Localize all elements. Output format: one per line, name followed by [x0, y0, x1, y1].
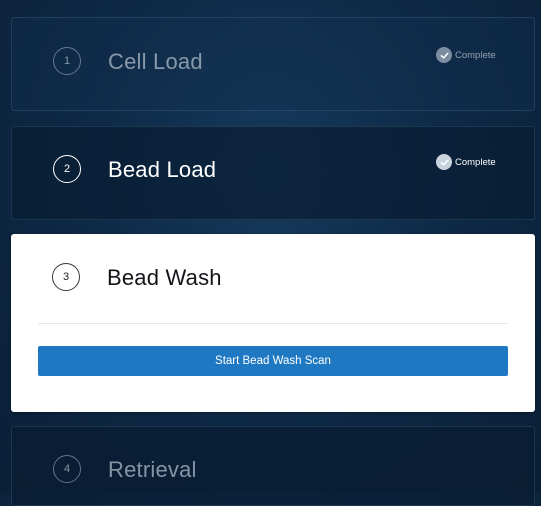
step-card-bead-load[interactable]: 2 Bead Load Complete	[11, 126, 535, 220]
check-circle-icon	[436, 154, 452, 170]
step-number: 2	[63, 163, 71, 175]
step-title: Bead Load	[108, 157, 217, 182]
step-card-retrieval[interactable]: 4 Retrieval	[11, 426, 535, 506]
workflow-steps: 1 Cell Load Complete 2 Bead Load Complet…	[0, 0, 541, 506]
step-number-badge: 1	[53, 47, 81, 75]
step-number: 3	[62, 271, 70, 283]
step-number: 4	[63, 463, 71, 475]
start-bead-wash-scan-button[interactable]: Start Bead Wash Scan	[38, 346, 508, 376]
step-number-badge: 4	[53, 455, 81, 483]
check-circle-icon	[436, 47, 452, 63]
step-status: Complete	[436, 154, 496, 170]
step-card-bead-wash: 3 Bead Wash Start Bead Wash Scan	[11, 234, 535, 412]
step-status: Complete	[436, 47, 496, 63]
step-number-badge: 3	[52, 263, 80, 291]
step-title: Bead Wash	[107, 265, 222, 290]
step-number-badge: 2	[53, 155, 81, 183]
step-number: 1	[63, 55, 71, 67]
step-title: Retrieval	[108, 457, 197, 482]
step-title: Cell Load	[108, 49, 203, 74]
status-label: Complete	[455, 156, 496, 168]
status-label: Complete	[455, 49, 496, 61]
step-card-cell-load[interactable]: 1 Cell Load Complete	[11, 17, 535, 111]
divider	[38, 323, 508, 324]
